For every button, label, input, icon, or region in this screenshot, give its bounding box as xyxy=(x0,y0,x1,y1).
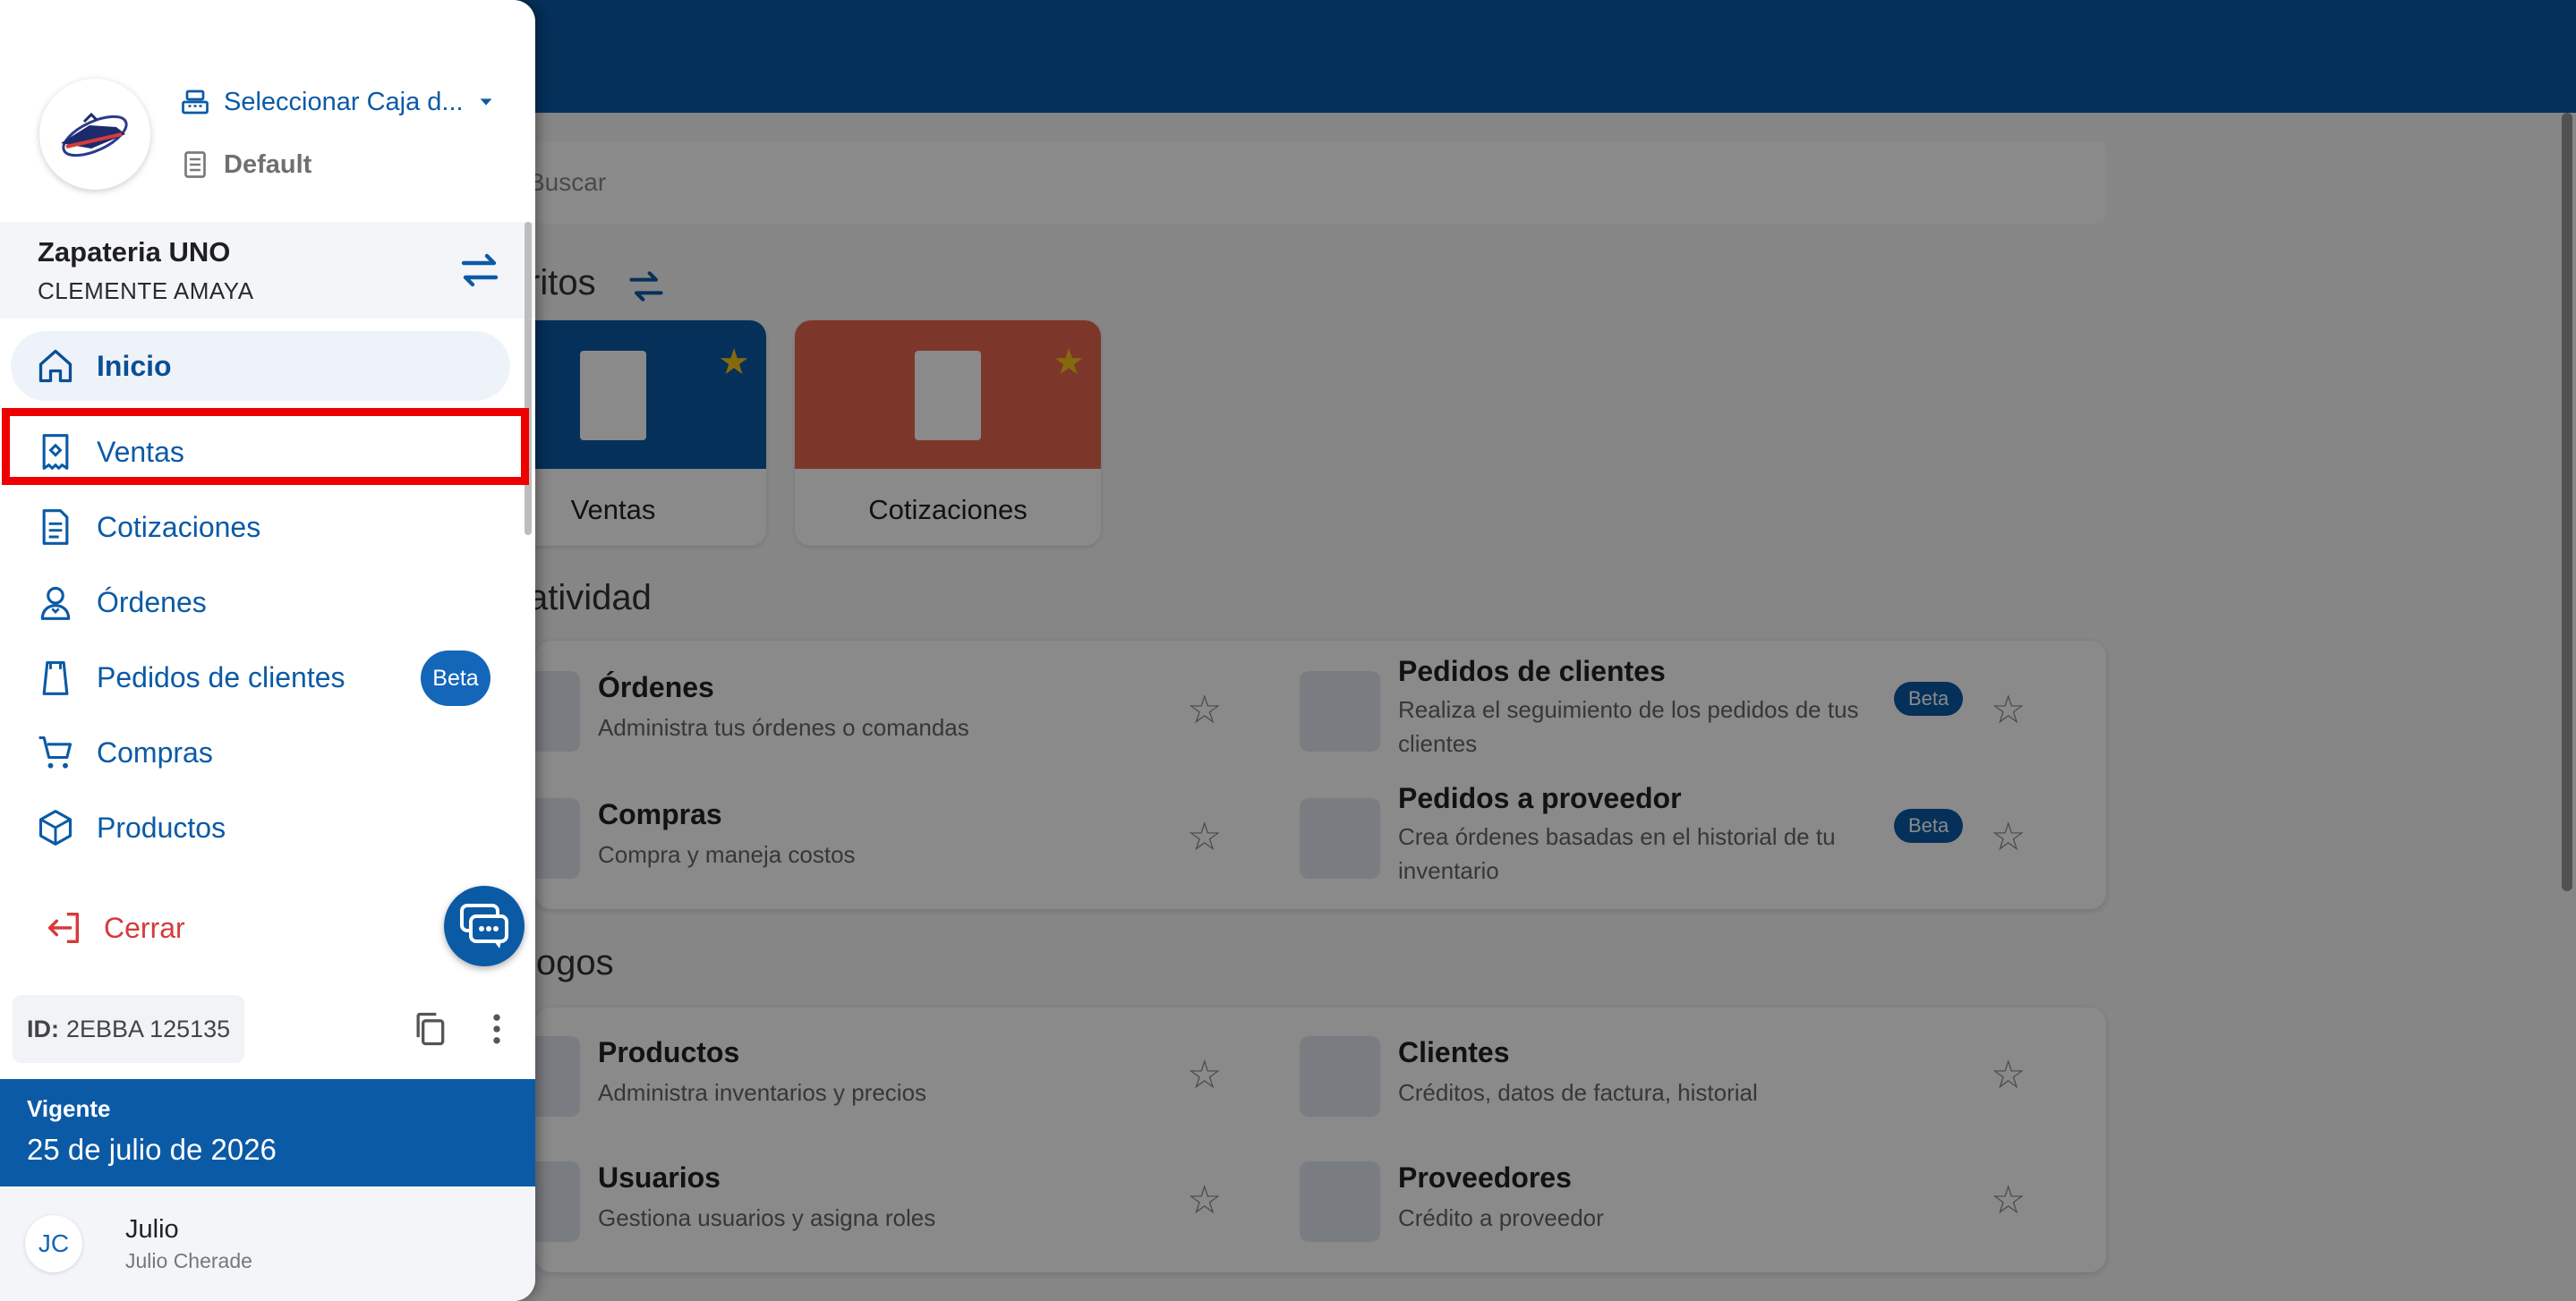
nav-label: Cotizaciones xyxy=(97,510,261,543)
nav-item-compras[interactable]: Compras xyxy=(11,718,510,787)
highlight-box xyxy=(2,408,529,485)
nav-label: Compras xyxy=(97,736,213,769)
copy-icon[interactable] xyxy=(410,1009,449,1049)
vigente-date: 25 de julio de 2026 xyxy=(27,1133,277,1166)
cart-icon xyxy=(38,736,73,769)
user-name: Julio xyxy=(125,1215,179,1244)
building-icon xyxy=(184,151,206,178)
company-name: Zapateria UNO xyxy=(38,236,231,268)
waiter-icon xyxy=(40,586,71,620)
navigation-drawer: Seleccionar Caja d... Default Zapateria … xyxy=(0,0,535,1301)
account-id: ID: 2EBBA 125135 xyxy=(13,995,245,1063)
more-vert-icon[interactable] xyxy=(483,1009,510,1049)
caret-down-icon xyxy=(480,98,492,106)
nav-label: Pedidos de clientes xyxy=(97,660,345,693)
company-info: Zapateria UNO CLEMENTE AMAYA xyxy=(0,222,535,319)
chat-button[interactable] xyxy=(444,886,525,966)
caja-selector[interactable]: Seleccionar Caja d... xyxy=(179,86,496,118)
drawer-scrollbar[interactable] xyxy=(525,222,532,535)
logout-icon xyxy=(47,912,80,944)
nav-label: Órdenes xyxy=(97,585,207,618)
id-prefix: ID: xyxy=(27,1015,59,1042)
nav-item-ordenes[interactable]: Órdenes xyxy=(11,567,510,637)
caja-select-label: Seleccionar Caja d... xyxy=(224,87,464,116)
home-icon xyxy=(38,349,73,383)
nav-item-cotizaciones[interactable]: Cotizaciones xyxy=(11,492,510,562)
nav-label: Inicio xyxy=(97,349,172,382)
nav-label: Productos xyxy=(97,811,226,844)
logout-label: Cerrar xyxy=(104,911,185,944)
default-store: Default xyxy=(179,149,311,181)
page-scrollbar[interactable] xyxy=(2562,113,2572,891)
beta-badge: Beta xyxy=(421,650,490,706)
logout-button[interactable]: Cerrar xyxy=(43,907,185,948)
company-logo xyxy=(39,79,150,190)
chat-icon xyxy=(460,904,508,948)
default-label: Default xyxy=(224,149,312,179)
avatar: JC xyxy=(25,1215,82,1272)
vigente-title: Vigente xyxy=(27,1095,111,1122)
switch-company-icon[interactable] xyxy=(458,249,501,292)
nav-item-productos[interactable]: Productos xyxy=(11,793,510,863)
box-icon xyxy=(38,810,73,846)
cash-register-icon xyxy=(182,89,209,115)
subscription-status: Vigente 25 de julio de 2026 xyxy=(0,1079,535,1186)
company-user: CLEMENTE AMAYA xyxy=(38,277,254,304)
user-profile[interactable]: JC Julio Julio Cherade xyxy=(0,1186,535,1301)
nav-item-inicio[interactable]: Inicio xyxy=(11,331,510,401)
user-fullname: Julio Cherade xyxy=(125,1249,252,1272)
bag-icon xyxy=(42,660,69,695)
document-icon xyxy=(42,509,69,545)
id-value: 2EBBA 125135 xyxy=(66,1015,231,1042)
